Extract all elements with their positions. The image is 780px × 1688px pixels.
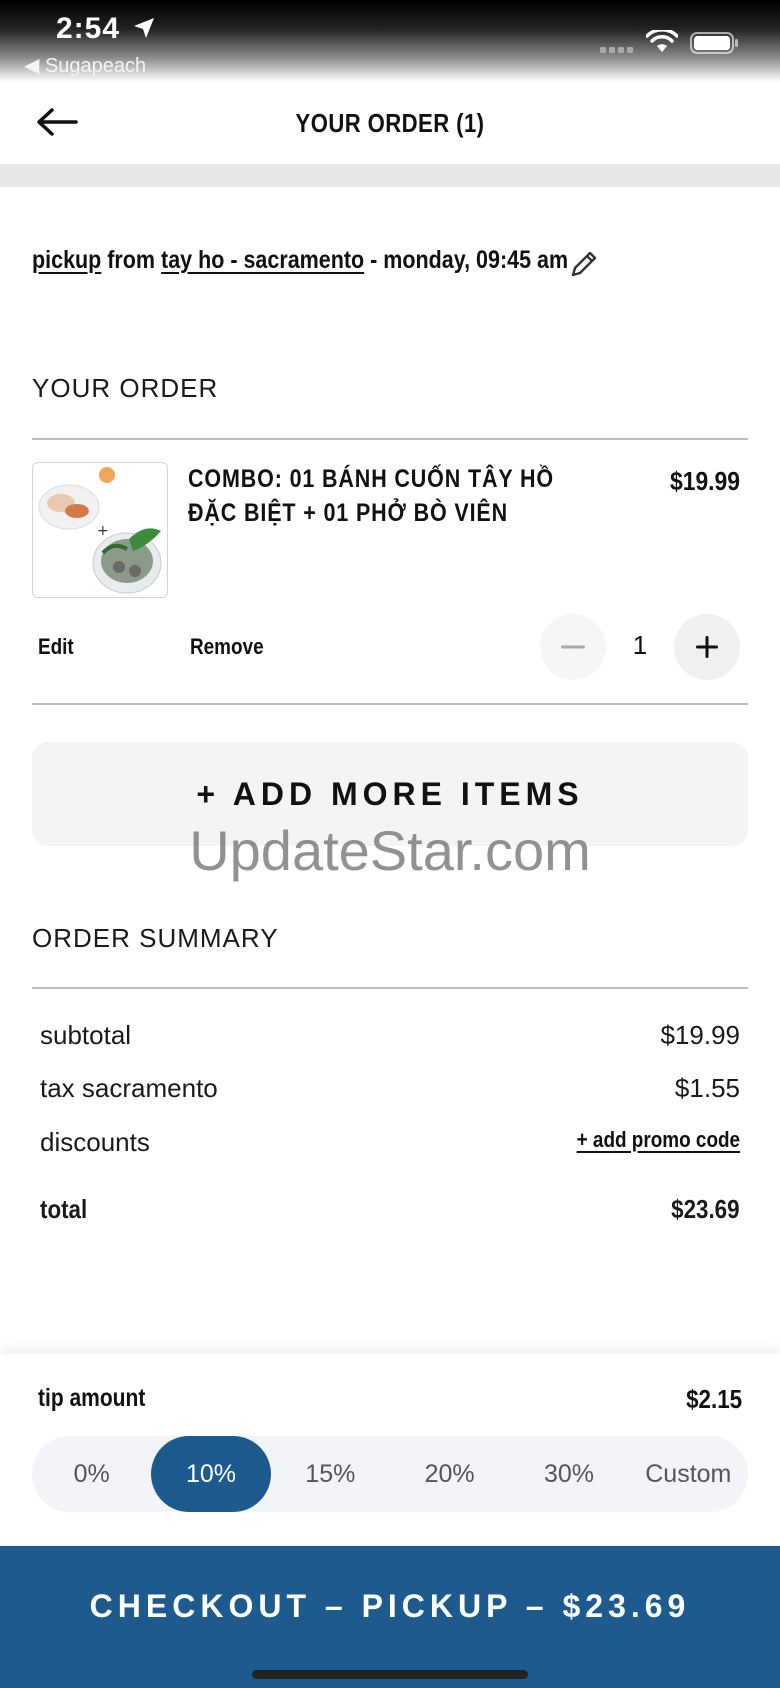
subtotal-row: subtotal $19.99 <box>40 1020 740 1051</box>
checkout-button[interactable]: CHECKOUT – PICKUP – $23.69 <box>0 1546 780 1688</box>
battery-icon <box>690 32 738 54</box>
total-row: total $23.69 <box>40 1194 740 1225</box>
discounts-row: discounts + add promo code <box>40 1127 740 1158</box>
top-nav-bar: YOUR ORDER (1) <box>0 82 780 164</box>
total-value: $23.69 <box>671 1194 740 1224</box>
increase-quantity-button[interactable] <box>674 614 740 680</box>
svg-text:+: + <box>97 523 109 539</box>
decrease-quantity-button[interactable] <box>540 614 606 680</box>
item-quantity: 1 <box>632 630 648 660</box>
discounts-label: discounts <box>40 1127 150 1157</box>
subtotal-value: $19.99 <box>660 1020 740 1050</box>
status-time: 2:54 <box>56 12 121 45</box>
total-label: total <box>40 1194 88 1224</box>
remove-item-button[interactable]: Remove <box>190 634 264 660</box>
tip-panel: tip amount $2.15 0% 10% 15% 20% 30% Cust… <box>0 1354 780 1546</box>
tip-option-30[interactable]: 30% <box>509 1436 628 1512</box>
item-price: $19.99 <box>670 466 740 496</box>
order-section-title: YOUR ORDER <box>32 373 219 403</box>
summary-divider <box>32 987 748 989</box>
add-promo-code-link[interactable]: + add promo code <box>577 1127 740 1158</box>
signal-icon <box>600 47 633 53</box>
item-name: COMBO: 01 BÁNH CUỐN TÂY HỒ ĐẶC BIỆT + 01… <box>188 465 554 527</box>
pencil-icon[interactable] <box>568 248 600 280</box>
pickup-details: pickup from tay ho - sacramento - monday… <box>32 246 568 275</box>
tip-option-10[interactable]: 10% <box>151 1436 271 1512</box>
pickup-mode-link[interactable]: pickup <box>32 246 101 274</box>
tip-amount-value: $2.15 <box>686 1384 742 1414</box>
add-more-items-label: + ADD MORE ITEMS <box>196 775 584 812</box>
summary-section-title: ORDER SUMMARY <box>32 923 279 953</box>
tax-label: tax sacramento <box>40 1073 218 1103</box>
food-image-icon: + <box>38 467 162 594</box>
checkout-label: CHECKOUT – PICKUP – $23.69 <box>89 1588 691 1624</box>
item-thumbnail: + <box>32 462 168 598</box>
plus-icon <box>696 636 718 658</box>
tip-option-0[interactable]: 0% <box>32 1436 151 1512</box>
status-bar: 2:54 ◀ Sugapeach <box>0 0 780 82</box>
tax-row: tax sacramento $1.55 <box>40 1073 740 1104</box>
location-arrow-icon <box>134 18 154 38</box>
tip-option-15[interactable]: 15% <box>271 1436 390 1512</box>
tip-options: 0% 10% 15% 20% 30% Custom <box>32 1436 748 1512</box>
pickup-from-text: from <box>107 246 156 274</box>
home-indicator[interactable] <box>252 1670 528 1679</box>
pickup-location-link[interactable]: tay ho - sacramento <box>161 246 364 274</box>
page-title: YOUR ORDER (1) <box>295 108 485 138</box>
order-divider-top <box>32 438 748 440</box>
pickup-time-text: - monday, 09:45 am <box>370 246 569 274</box>
minus-icon <box>561 645 585 649</box>
tip-amount-label: tip amount <box>38 1384 146 1412</box>
wifi-icon <box>646 30 678 52</box>
order-divider-bottom <box>32 703 748 705</box>
back-to-app-link[interactable]: ◀ Sugapeach <box>24 53 146 78</box>
tax-value: $1.55 <box>674 1073 740 1103</box>
tip-option-custom[interactable]: Custom <box>629 1436 748 1512</box>
subtotal-label: subtotal <box>40 1020 132 1050</box>
header-divider <box>0 164 780 187</box>
watermark: UpdateStar.com <box>189 819 591 882</box>
tip-option-20[interactable]: 20% <box>390 1436 509 1512</box>
edit-item-button[interactable]: Edit <box>38 634 74 660</box>
